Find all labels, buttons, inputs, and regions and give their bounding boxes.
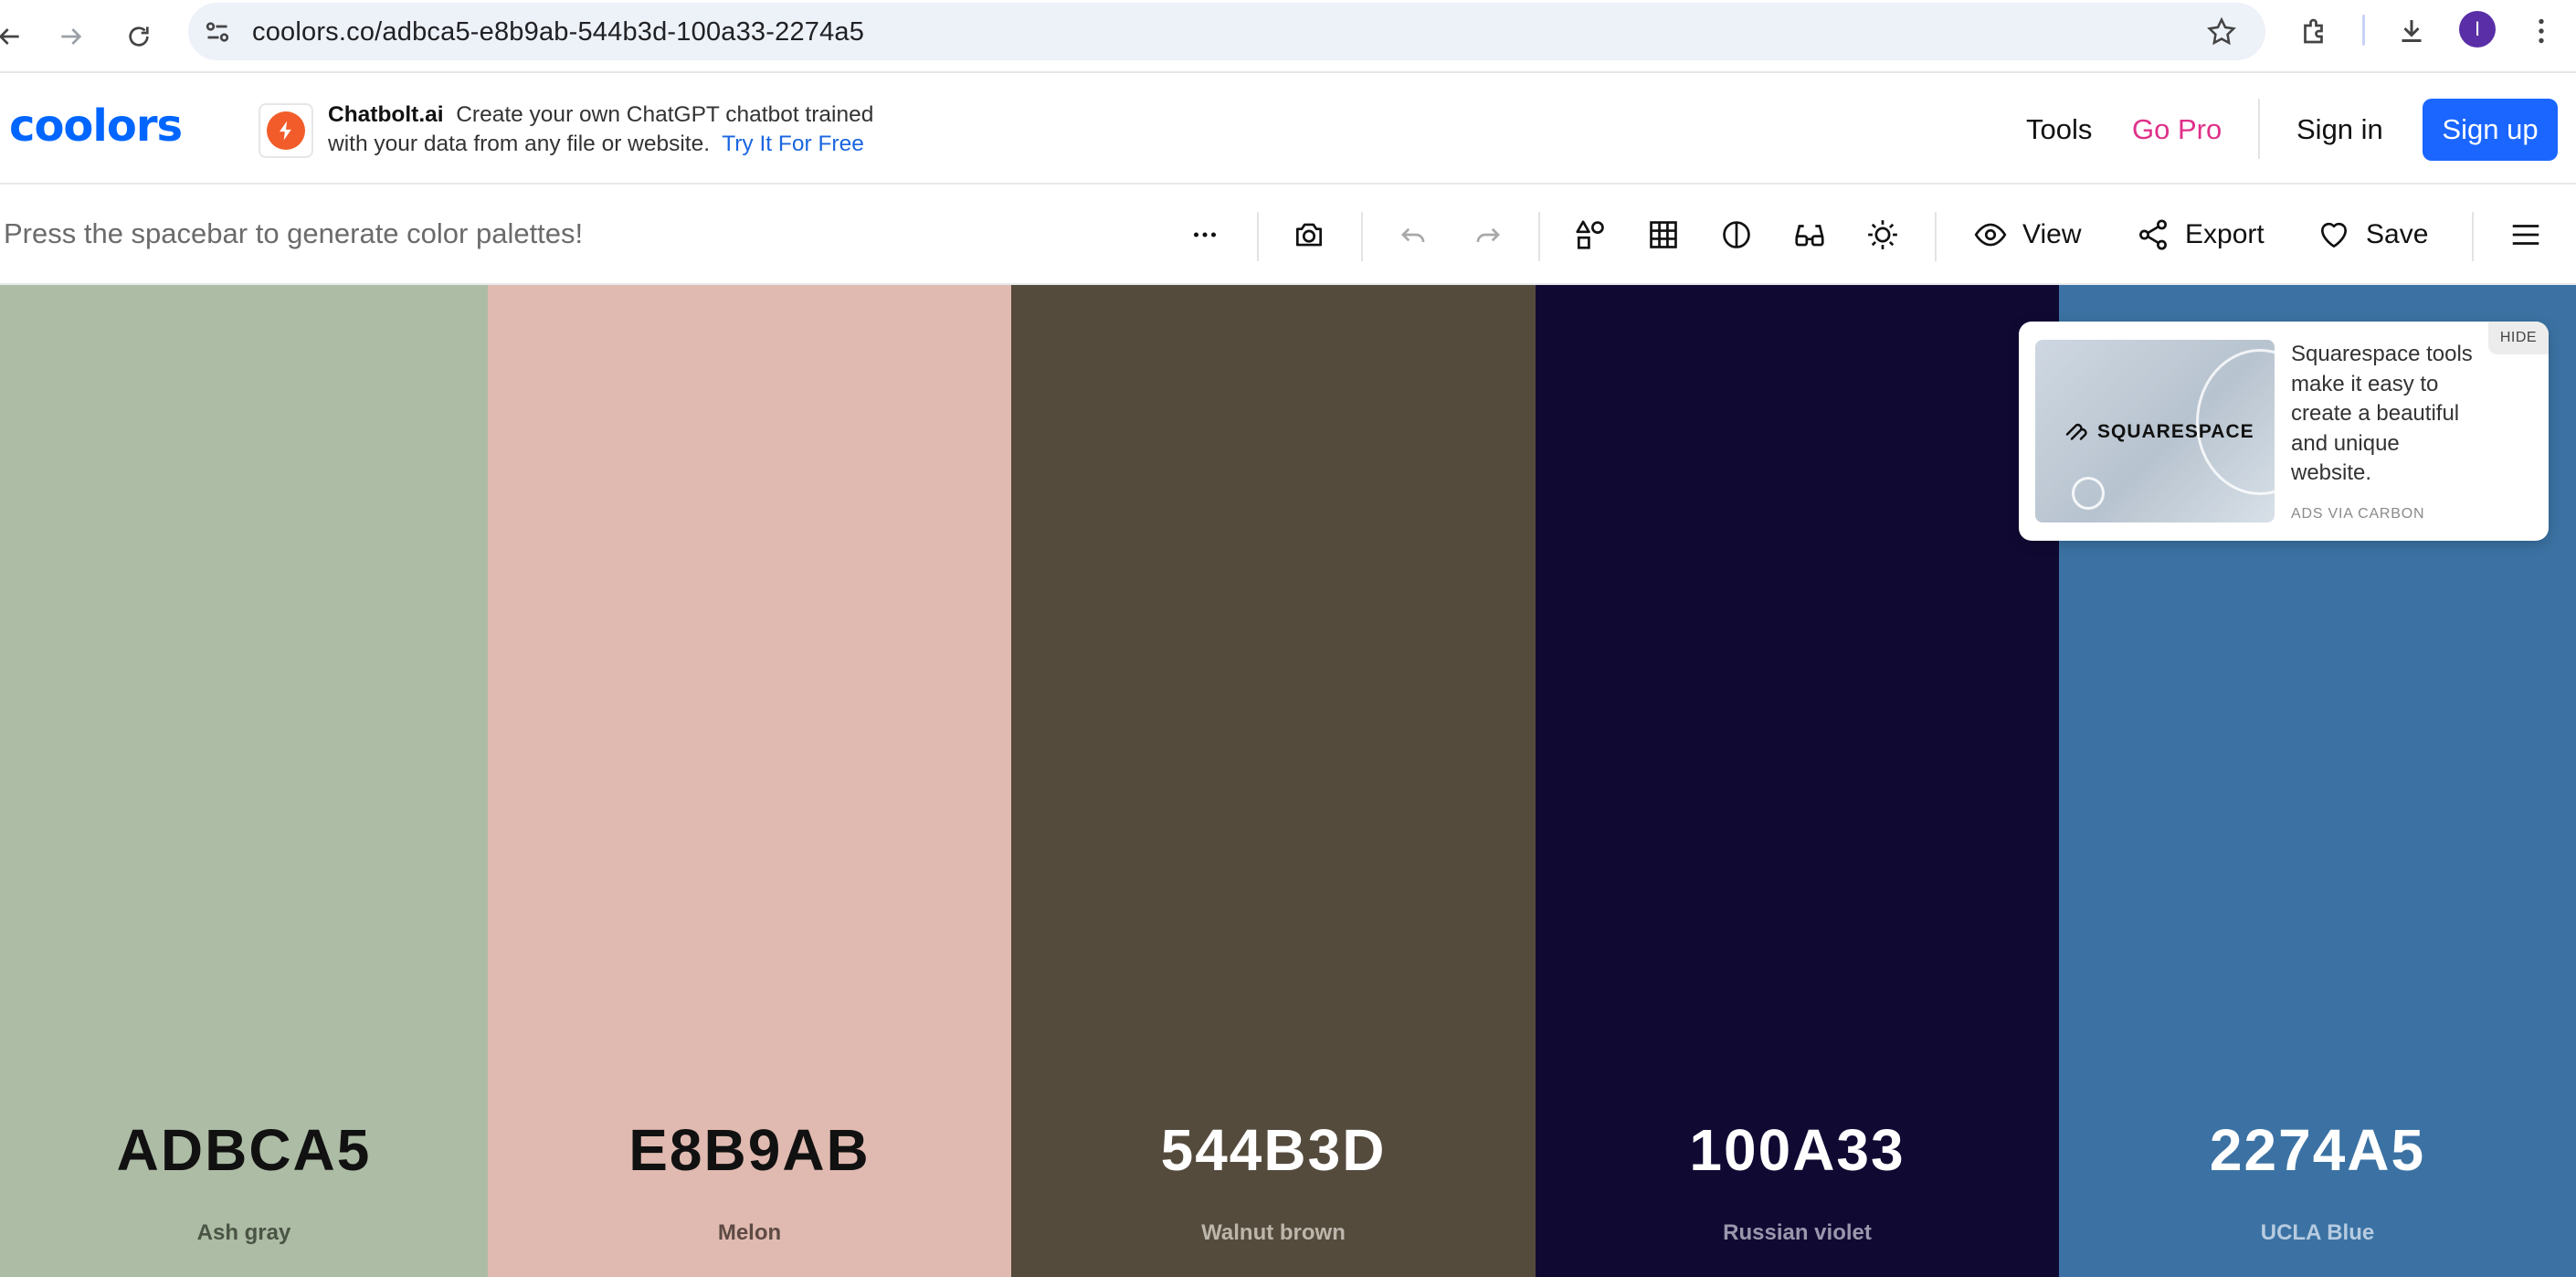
sign-in-link[interactable]: Sign in xyxy=(2296,113,2383,146)
save-label: Save xyxy=(2366,219,2429,249)
avatar[interactable]: I xyxy=(2459,11,2496,47)
arrow-left-icon xyxy=(0,28,19,45)
go-pro-link[interactable]: Go Pro xyxy=(2132,113,2222,146)
export-label: Export xyxy=(2185,219,2265,249)
color-hex[interactable]: E8B9AB xyxy=(488,1116,1011,1184)
brightness-button[interactable] xyxy=(1860,212,1906,258)
generate-hint: Press the spacebar to generate color pal… xyxy=(4,217,584,249)
puzzle-icon xyxy=(2304,18,2323,44)
ad-hide-button[interactable]: HIDE xyxy=(2488,322,2549,354)
color-swatch[interactable]: 100A33 Russian violet xyxy=(1536,285,2059,1277)
toolbar-divider xyxy=(2362,15,2365,46)
reload-icon xyxy=(129,26,149,47)
browser-menu-button[interactable] xyxy=(2523,13,2560,49)
promo-line1: Create your own ChatGPT chatbot trained xyxy=(456,102,874,127)
ad-decoration xyxy=(2072,477,2105,510)
camera-button[interactable] xyxy=(1286,212,1332,258)
squarespace-logo: SQUARESPACE xyxy=(2063,418,2254,446)
color-name[interactable]: UCLA Blue xyxy=(2059,1220,2576,1246)
grid-button[interactable] xyxy=(1641,212,1686,258)
color-hex[interactable]: 100A33 xyxy=(1536,1116,2059,1184)
carbon-ad[interactable]: SQUARESPACE Squarespace tools make it ea… xyxy=(2019,322,2549,541)
ad-text[interactable]: Squarespace tools make it easy to create… xyxy=(2291,340,2474,489)
color-hex[interactable]: ADBCA5 xyxy=(0,1116,488,1184)
header-divider xyxy=(2258,99,2260,159)
ad-image[interactable]: SQUARESPACE xyxy=(2035,340,2275,522)
more-horizontal-icon xyxy=(1193,232,1217,237)
toolbar-divider xyxy=(1538,212,1540,261)
coolors-logo[interactable]: coolors xyxy=(9,100,183,152)
browser-toolbar: coolors.co/adbca5-e8b9ab-544b3d-100a33-2… xyxy=(0,0,2576,73)
ad-via-carbon[interactable]: ADS VIA CARBON xyxy=(2291,506,2424,522)
eye-icon xyxy=(1974,223,2007,247)
glasses-icon xyxy=(1795,225,1824,247)
promo-cta-link[interactable]: Try It For Free xyxy=(722,132,864,156)
toolbar-divider xyxy=(2472,212,2474,261)
color-name[interactable]: Ash gray xyxy=(0,1220,488,1246)
grid-icon xyxy=(1650,221,1677,248)
ad-brand: SQUARESPACE xyxy=(2097,421,2254,442)
promo-banner[interactable]: Chatbolt.ai Create your own ChatGPT chat… xyxy=(328,100,913,159)
chatbolt-logo[interactable] xyxy=(259,103,313,158)
color-hex[interactable]: 2274A5 xyxy=(2059,1116,2576,1184)
tools-menu[interactable]: Tools xyxy=(2026,113,2092,146)
sun-icon xyxy=(1868,220,1897,249)
camera-icon xyxy=(1295,223,1323,247)
save-button[interactable]: Save xyxy=(2317,212,2428,258)
color-swatch[interactable]: ADBCA5 Ash gray xyxy=(0,285,488,1277)
downloads-button[interactable] xyxy=(2393,13,2430,49)
color-swatch[interactable]: E8B9AB Melon xyxy=(488,285,1011,1277)
download-icon xyxy=(2402,20,2422,42)
shapes-icon xyxy=(1576,220,1604,249)
color-name[interactable]: Russian violet xyxy=(1536,1220,2059,1246)
extensions-button[interactable] xyxy=(2296,13,2333,49)
sign-up-button[interactable]: Sign up xyxy=(2423,99,2558,161)
bolt-icon xyxy=(267,111,305,150)
url-text: coolors.co/adbca5-e8b9ab-544b3d-100a33-2… xyxy=(252,17,865,47)
reload-button[interactable] xyxy=(117,15,161,58)
back-button[interactable] xyxy=(0,15,31,58)
forward-button[interactable] xyxy=(49,15,93,58)
tune-icon[interactable] xyxy=(201,16,234,48)
arrow-right-icon xyxy=(61,28,82,45)
promo-line2: with your data from any file or website. xyxy=(328,132,711,156)
undo-button[interactable] xyxy=(1390,212,1436,258)
hamburger-icon xyxy=(2512,225,2539,245)
address-bar[interactable]: coolors.co/adbca5-e8b9ab-544b3d-100a33-2… xyxy=(188,3,2265,60)
share-icon xyxy=(2139,219,2167,250)
color-hex[interactable]: 544B3D xyxy=(1011,1116,1536,1184)
promo-brand: Chatbolt.ai xyxy=(328,102,444,127)
contrast-button[interactable] xyxy=(1714,212,1759,258)
color-swatch[interactable]: 544B3D Walnut brown xyxy=(1011,285,1536,1277)
more-options-button[interactable] xyxy=(1182,212,1228,258)
view-button[interactable]: View xyxy=(1973,212,2081,258)
view-label: View xyxy=(2022,219,2082,249)
squarespace-icon xyxy=(2065,423,2087,440)
contrast-icon xyxy=(1723,221,1750,248)
site-header: coolors Chatbolt.ai Create your own Chat… xyxy=(0,73,2576,185)
toolbar-divider xyxy=(1257,212,1259,261)
redo-icon xyxy=(1476,227,1500,243)
color-name[interactable]: Melon xyxy=(488,1220,1011,1246)
heart-icon xyxy=(2320,222,2348,248)
color-blindness-button[interactable] xyxy=(1787,212,1832,258)
redo-button[interactable] xyxy=(1465,212,1511,258)
toolbar-divider xyxy=(1935,212,1937,261)
palette-toolbar: Press the spacebar to generate color pal… xyxy=(0,185,2576,285)
shapes-button[interactable] xyxy=(1568,212,1613,258)
hamburger-menu-button[interactable] xyxy=(2503,212,2549,258)
export-button[interactable]: Export xyxy=(2136,212,2265,258)
star-icon[interactable] xyxy=(2205,16,2238,48)
toolbar-divider xyxy=(1361,212,1363,261)
undo-icon xyxy=(1401,227,1425,243)
color-name[interactable]: Walnut brown xyxy=(1011,1220,1536,1246)
kebab-icon xyxy=(2539,18,2544,44)
